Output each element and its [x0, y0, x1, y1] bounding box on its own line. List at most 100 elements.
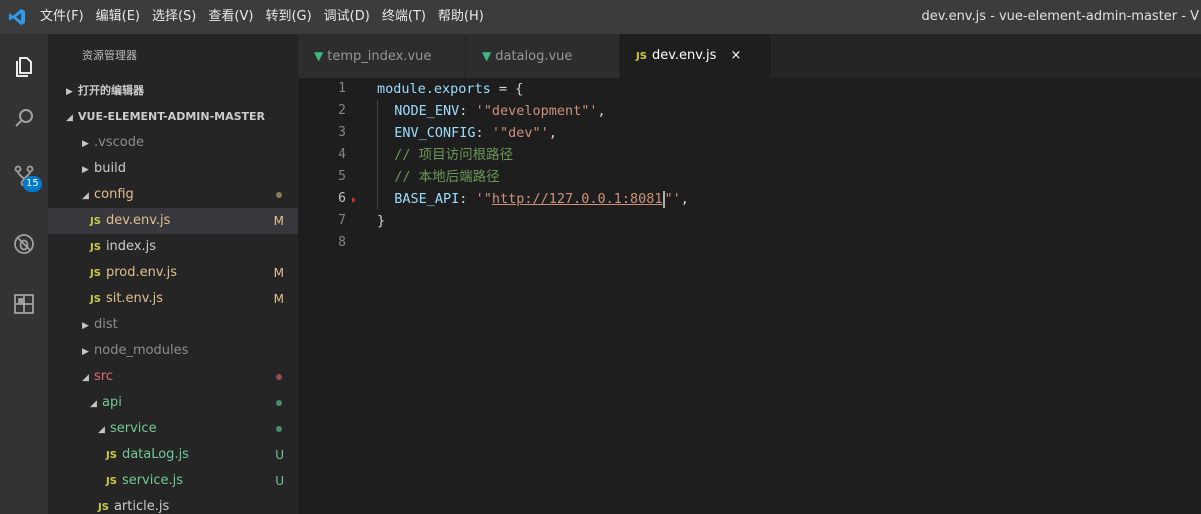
chevron-down-icon: ◢: [82, 191, 89, 201]
tree-file-prod-env[interactable]: JS prod.env.js M: [48, 260, 298, 286]
tab-datalog-vue[interactable]: ▼ datalog.vue: [466, 34, 620, 78]
code-token: '"dev"': [491, 125, 549, 141]
tree-item-label: article.js: [113, 499, 170, 514]
code-token: }: [377, 213, 386, 229]
tree-file-article[interactable]: JS article.js: [48, 494, 298, 514]
menu-help[interactable]: 帮助(H): [432, 0, 490, 34]
tab-label: temp_index.vue: [327, 49, 432, 64]
window-title: dev.env.js - vue-element-admin-master - …: [921, 9, 1200, 24]
chevron-down-icon: ◢: [82, 373, 89, 383]
line-number: 1: [338, 81, 346, 96]
code-token: :: [475, 125, 492, 141]
code-token: = {: [490, 81, 524, 97]
tree-file-service[interactable]: JS service.js U: [48, 468, 298, 494]
modified-dot-icon: [276, 192, 282, 198]
extensions-icon[interactable]: [0, 280, 48, 328]
explorer-sidebar: 资源管理器 ▶ 打开的编辑器 ◢ VUE-ELEMENT-ADMIN-MASTER …: [48, 34, 298, 514]
tree-folder-build[interactable]: ▶ build: [48, 156, 298, 182]
tree-file-index[interactable]: JS index.js: [48, 234, 298, 260]
menu-file[interactable]: 文件(F): [34, 0, 90, 34]
tree-item-label: config: [94, 187, 134, 202]
tree-item-label: src: [94, 369, 113, 384]
status-dot-icon: [276, 374, 282, 380]
code-line: // 本地后端路径: [377, 166, 689, 188]
menu-go[interactable]: 转到(G): [259, 0, 317, 34]
code-token: module.exports: [377, 81, 491, 97]
line-number: 8: [338, 235, 346, 250]
explorer-title: 资源管理器: [82, 49, 137, 62]
tree-folder-node-modules[interactable]: ▶ node_modules: [48, 338, 298, 364]
tree-item-label: dist: [94, 317, 118, 332]
indent-guide: [377, 122, 378, 144]
tree-folder-api[interactable]: ◢ api: [48, 390, 298, 416]
activity-bar: 15: [0, 34, 48, 514]
git-status-badge: M: [273, 292, 284, 306]
menu-bar: 文件(F) 编辑(E) 选择(S) 查看(V) 转到(G) 调试(D) 终端(T…: [34, 0, 490, 34]
chevron-down-icon: ◢: [98, 425, 105, 435]
menu-selection[interactable]: 选择(S): [146, 0, 202, 34]
js-file-icon: JS: [106, 450, 117, 461]
code-token: ,: [680, 191, 689, 207]
title-bar: 文件(F) 编辑(E) 选择(S) 查看(V) 转到(G) 调试(D) 终端(T…: [0, 0, 1201, 34]
tree-folder-dist[interactable]: ▶ dist: [48, 312, 298, 338]
tree-item-label: dev.env.js: [105, 213, 171, 228]
code-token: NODE_ENV: [394, 103, 460, 119]
tree-item-label: .vscode: [94, 135, 144, 150]
search-icon[interactable]: [0, 94, 48, 142]
tree-item-label: api: [102, 395, 122, 410]
tree-item-label: index.js: [105, 239, 157, 254]
indent-guide: [377, 188, 378, 210]
menu-edit[interactable]: 编辑(E): [90, 0, 146, 34]
tree-file-sit-env[interactable]: JS sit.env.js M: [48, 286, 298, 312]
code-token: '"development"': [475, 103, 598, 119]
project-section[interactable]: ◢ VUE-ELEMENT-ADMIN-MASTER: [48, 104, 298, 130]
line-number: 3: [338, 125, 346, 140]
open-editors-section[interactable]: ▶ 打开的编辑器: [48, 78, 298, 104]
chevron-right-icon: ▶: [82, 321, 89, 331]
code-url-link[interactable]: http://127.0.0.1:8081: [492, 191, 663, 207]
code-comment: // 项目访问根路径: [394, 147, 514, 163]
debug-icon[interactable]: [0, 220, 48, 268]
tab-temp-index-vue[interactable]: ▼ temp_index.vue: [298, 34, 466, 78]
menu-debug[interactable]: 调试(D): [318, 0, 376, 34]
close-icon[interactable]: ×: [730, 34, 741, 78]
explorer-icon[interactable]: [0, 42, 48, 90]
tree-file-dev-env[interactable]: JS dev.env.js M: [48, 208, 298, 234]
indent-guide: [377, 100, 378, 122]
line-number: 4: [338, 147, 346, 162]
menu-view[interactable]: 查看(V): [202, 0, 259, 34]
tree-file-datalog[interactable]: JS dataLog.js U: [48, 442, 298, 468]
error-marker-icon: [352, 197, 356, 203]
indent-guide: [377, 166, 378, 188]
chevron-right-icon: ▶: [66, 87, 73, 97]
tree-folder-src[interactable]: ◢ src: [48, 364, 298, 390]
untracked-dot-icon: [276, 400, 282, 406]
untracked-dot-icon: [276, 426, 282, 432]
tree-folder-config[interactable]: ◢ config: [48, 182, 298, 208]
tree-folder-vscode[interactable]: ▶ .vscode: [48, 130, 298, 156]
code-line: }: [377, 210, 689, 232]
scm-badge: 15: [23, 176, 42, 192]
tab-dev-env-js[interactable]: JS dev.env.js ×: [620, 34, 772, 78]
tree-item-label: prod.env.js: [105, 265, 178, 280]
tree-item-label: service: [110, 421, 157, 436]
line-number-current: 6: [338, 191, 346, 206]
tree-item-label: dataLog.js: [121, 447, 189, 462]
vue-icon: ▼: [314, 49, 324, 63]
js-file-icon: JS: [98, 502, 109, 513]
js-file-icon: JS: [90, 242, 101, 253]
tree-folder-service[interactable]: ◢ service: [48, 416, 298, 442]
git-status-badge: U: [275, 448, 284, 462]
js-file-icon: JS: [106, 476, 117, 487]
source-control-icon[interactable]: 15: [0, 152, 48, 200]
code-token: :: [459, 103, 476, 119]
chevron-down-icon: ◢: [90, 399, 97, 409]
code-editor[interactable]: 1 2 3 4 5 6 7 8 module.exports = { NODE_…: [298, 78, 1201, 514]
code-line: ENV_CONFIG: '"dev"',: [377, 122, 689, 144]
code-line-current: BASE_API: '"http://127.0.0.1:8081 "',: [377, 188, 689, 210]
chevron-down-icon: ◢: [66, 113, 73, 123]
code-token: :: [459, 191, 476, 207]
menu-terminal[interactable]: 终端(T): [376, 0, 432, 34]
code-token: ENV_CONFIG: [394, 125, 476, 141]
